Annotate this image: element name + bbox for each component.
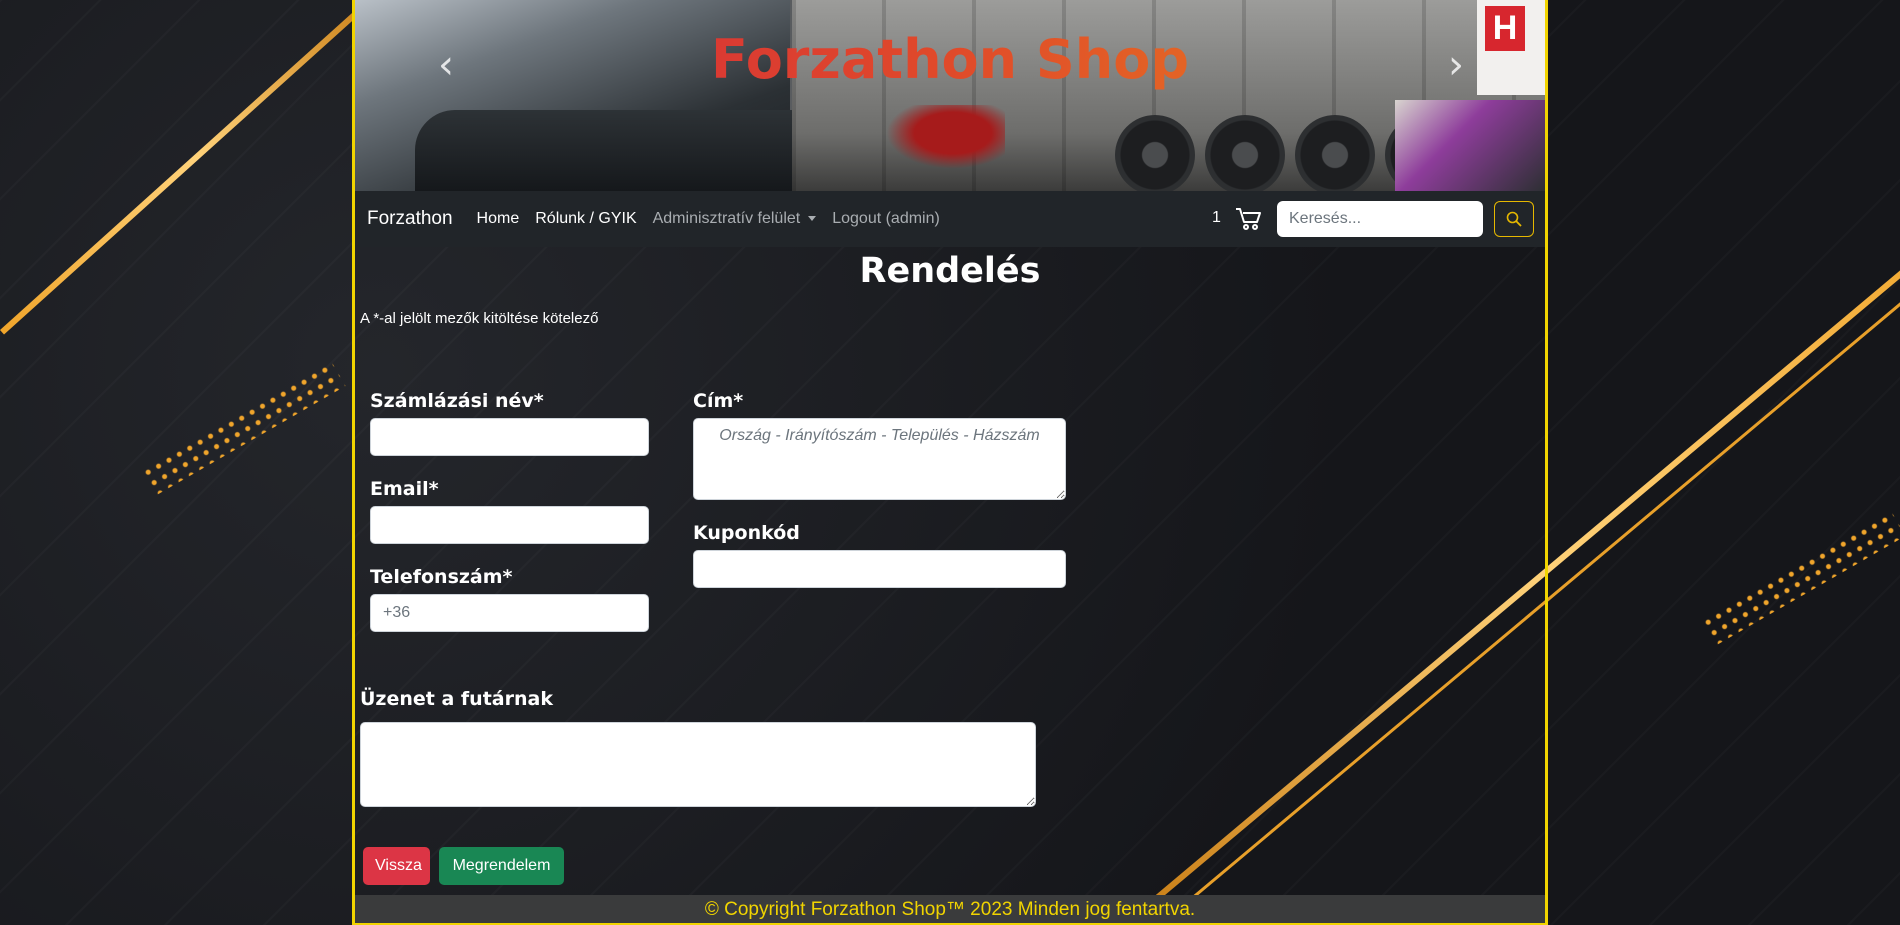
footer-copyright: © Copyright Forzathon Shop™ 2023 Minden … xyxy=(355,895,1545,923)
coupon-label: Kuponkód xyxy=(693,522,800,544)
nav-about-faq[interactable]: Rólunk / GYIK xyxy=(535,210,636,228)
hero-carousel: H ‹ › Forzathon Shop xyxy=(355,0,1545,191)
courier-message-label: Üzenet a futárnak xyxy=(360,688,553,710)
billing-name-label: Számlázási név* xyxy=(370,390,544,412)
gold-stripe-decoration xyxy=(0,0,391,335)
carousel-image-dashboard xyxy=(415,110,795,191)
billing-name-input[interactable] xyxy=(370,418,649,456)
search-button[interactable] xyxy=(1494,201,1534,237)
dots-decoration xyxy=(1700,510,1900,646)
dots-decoration xyxy=(140,360,346,496)
cart-count: 1 xyxy=(1212,209,1221,226)
coupon-input[interactable] xyxy=(693,550,1066,588)
required-note: A *-al jelölt mezők kitöltése kötelező xyxy=(360,310,599,327)
caret-down-icon xyxy=(808,216,817,222)
nav-admin-dropdown[interactable]: Adminisztratív felület xyxy=(653,210,817,228)
tire-image xyxy=(1205,115,1285,191)
nav-admin-label: Adminisztratív felület xyxy=(652,210,801,227)
tire-image xyxy=(1295,115,1375,191)
navbar: Forzathon Home Rólunk / GYIK Adminisztra… xyxy=(355,191,1545,247)
back-button[interactable]: Vissza xyxy=(363,847,430,885)
page-title: Rendelés xyxy=(859,251,1041,291)
email-label: Email* xyxy=(370,478,439,500)
order-form: Rendelés A *-al jelölt mezők kitöltése k… xyxy=(355,247,1545,895)
email-input[interactable] xyxy=(370,506,649,544)
page-container: H ‹ › Forzathon Shop Forzathon Home Rólu… xyxy=(352,0,1548,925)
navbar-brand[interactable]: Forzathon xyxy=(367,208,453,230)
nav-logout[interactable]: Logout (admin) xyxy=(832,210,940,228)
motorbike-image xyxy=(875,105,1005,175)
phone-label: Telefonszám* xyxy=(370,566,513,588)
nav-home[interactable]: Home xyxy=(477,210,520,228)
place-order-button[interactable]: Megrendelem xyxy=(439,847,564,885)
address-label: Cím* xyxy=(693,390,744,412)
courier-message-textarea[interactable] xyxy=(360,722,1036,807)
car-image xyxy=(1395,100,1545,191)
tire-image xyxy=(1115,115,1195,191)
site-title: Forzathon Shop xyxy=(355,28,1545,91)
phone-input[interactable] xyxy=(370,594,649,632)
search-input[interactable] xyxy=(1277,201,1483,237)
search-icon xyxy=(1506,211,1522,227)
cart-icon[interactable] xyxy=(1235,206,1263,232)
address-textarea[interactable] xyxy=(693,418,1066,500)
